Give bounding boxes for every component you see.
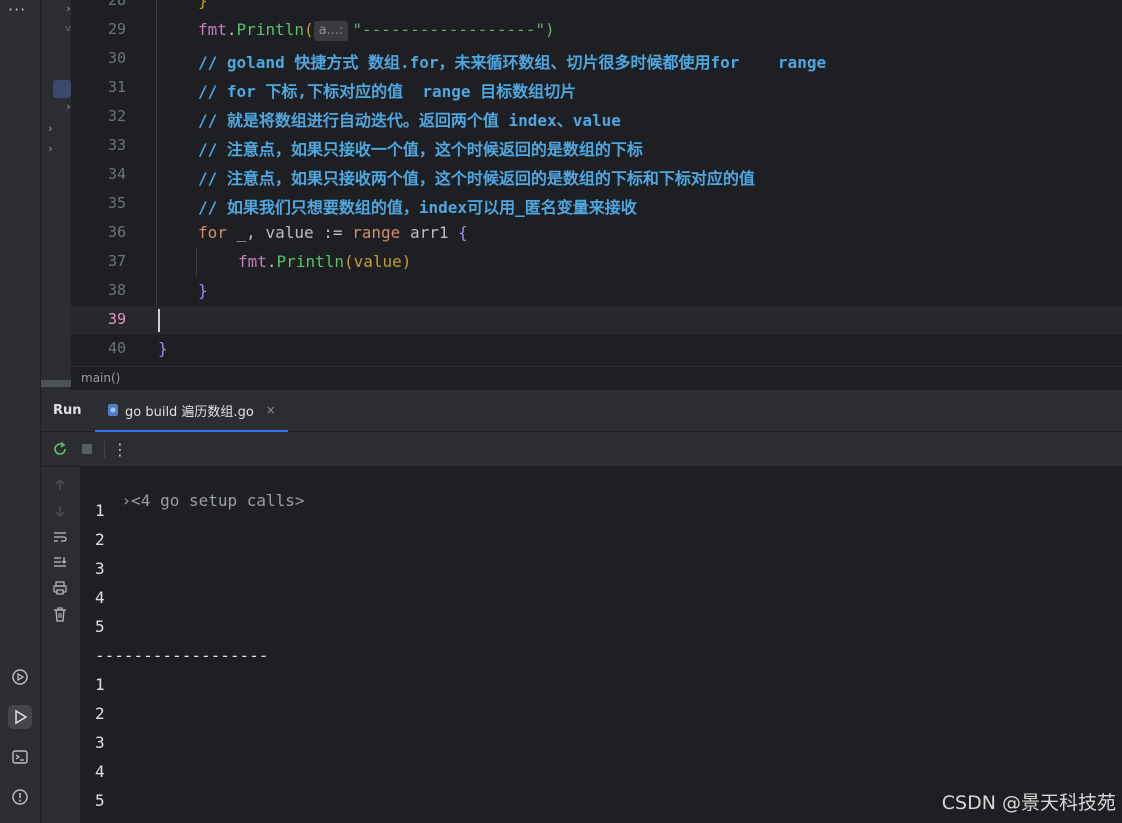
console-setup-line[interactable]: ›<4 go setup calls> xyxy=(83,472,305,510)
code-comment: // for 下标,下标对应的值 range 目标数组切片 xyxy=(198,82,577,101)
console-line: 1 xyxy=(95,675,105,694)
line-number: 31 xyxy=(107,78,126,96)
code-line: 31 // for 下标,下标对应的值 range 目标数组切片 xyxy=(71,74,1122,103)
code-line: 38 } xyxy=(71,277,1122,306)
code-function: Println xyxy=(236,20,304,39)
console-line: 1 xyxy=(95,501,105,520)
services-icon[interactable] xyxy=(8,665,32,689)
code-line: 40 } xyxy=(71,335,1122,364)
run-tab-label: go build 遍历数组.go xyxy=(125,404,254,420)
project-tree: › ˅ › › › xyxy=(41,0,71,390)
code-line: 30 // goland 快捷方式 数组.for，未来循环数组、切片很多时候都使… xyxy=(71,45,1122,74)
code-comment: // 如果我们只想要数组的值，index可以用_匿名变量来接收 xyxy=(198,198,637,217)
parameter-hint: a...: xyxy=(313,21,349,41)
line-number: 39 xyxy=(107,310,126,328)
code-package: fmt xyxy=(198,20,227,39)
code-line: 28 } xyxy=(71,0,1122,16)
terminal-icon[interactable] xyxy=(8,745,32,769)
breadcrumb[interactable]: main() xyxy=(71,366,1122,390)
breadcrumb-item[interactable]: main() xyxy=(81,371,120,385)
code-line: 34 // 注意点，如果只接收两个值，这个时候返回的是数组的下标和下标对应的值 xyxy=(71,161,1122,190)
tree-chevron-icon[interactable]: › xyxy=(47,122,54,135)
code-text: (value) xyxy=(343,252,412,271)
text-caret xyxy=(158,309,160,332)
watermark: CSDN @景天科技苑 xyxy=(941,792,1116,814)
code-editor[interactable]: 28 } 29 fmt.Println(a...: "--------------… xyxy=(71,0,1122,366)
line-number: 32 xyxy=(107,107,126,125)
more-options-icon[interactable]: ⋮ xyxy=(111,440,129,459)
code-package: fmt xyxy=(238,252,267,271)
line-number: 40 xyxy=(107,339,126,357)
console-line: 4 xyxy=(95,762,105,781)
code-comment: // 注意点，如果只接收一个值，这个时候返回的是数组的下标 xyxy=(198,140,643,159)
tree-scrollbar[interactable] xyxy=(41,380,71,387)
code-string: "------------------") xyxy=(352,20,555,39)
rerun-icon[interactable] xyxy=(51,440,69,458)
stop-icon[interactable] xyxy=(78,440,96,458)
console-line: 2 xyxy=(95,704,105,723)
tree-chevron-icon[interactable]: › xyxy=(47,142,54,155)
console-line: ------------------ xyxy=(95,646,269,665)
line-number: 29 xyxy=(107,20,126,38)
line-number: 38 xyxy=(107,281,126,299)
tree-selected-item[interactable] xyxy=(53,80,71,98)
line-number: 33 xyxy=(107,136,126,154)
print-icon[interactable] xyxy=(51,579,69,597)
line-number: 36 xyxy=(107,223,126,241)
code-line: 32 // 就是将数组进行自动迭代。返回两个值 index、value xyxy=(71,103,1122,132)
code-brace: } xyxy=(198,281,208,300)
code-comment: // goland 快捷方式 数组.for，未来循环数组、切片很多时候都使用fo… xyxy=(198,53,827,72)
run-tool-icon[interactable] xyxy=(8,705,32,729)
console-line: 5 xyxy=(95,617,105,636)
code-text: arr1 xyxy=(400,223,459,242)
expand-chevron-icon[interactable]: › xyxy=(122,491,132,510)
code-brace: { xyxy=(458,223,468,242)
code-line: 29 fmt.Println(a...: "------------------"… xyxy=(71,16,1122,45)
code-line: 33 // 注意点，如果只接收一个值，这个时候返回的是数组的下标 xyxy=(71,132,1122,161)
line-number: 35 xyxy=(107,194,126,212)
console-line: 3 xyxy=(95,559,105,578)
line-number: 30 xyxy=(107,49,126,67)
run-side-toolbar xyxy=(41,467,80,823)
console-setup-text: <4 go setup calls> xyxy=(131,491,305,510)
code-text: } xyxy=(198,0,208,10)
code-function: Println xyxy=(276,252,344,271)
down-arrow-icon[interactable] xyxy=(51,502,69,520)
code-comment: // 就是将数组进行自动迭代。返回两个值 index、value xyxy=(198,111,621,130)
run-toolbar: ⋮ xyxy=(41,432,1122,467)
tool-window-strip: ··· xyxy=(0,0,41,823)
code-keyword: for xyxy=(198,223,227,242)
trash-icon[interactable] xyxy=(51,605,69,623)
soft-wrap-icon[interactable] xyxy=(51,528,69,546)
go-file-icon xyxy=(108,404,118,416)
scroll-to-end-icon[interactable] xyxy=(51,553,69,571)
run-panel-header: Run go build 遍历数组.go × xyxy=(41,390,1122,432)
console-line: 5 xyxy=(95,791,105,810)
code-text: _, value := xyxy=(226,223,353,242)
problems-icon[interactable] xyxy=(8,785,32,809)
run-console[interactable]: ›<4 go setup calls> 1 2 3 4 5 ----------… xyxy=(80,467,1122,823)
code-keyword: range xyxy=(352,223,401,242)
line-number: 37 xyxy=(107,252,126,270)
console-line: 4 xyxy=(95,588,105,607)
console-line: 2 xyxy=(95,530,105,549)
line-number: 34 xyxy=(107,165,126,183)
up-arrow-icon[interactable] xyxy=(51,476,69,494)
run-tab[interactable]: go build 遍历数组.go × xyxy=(95,390,288,432)
run-panel-title: Run xyxy=(53,403,82,418)
code-line: 35 // 如果我们只想要数组的值，index可以用_匿名变量来接收 xyxy=(71,190,1122,219)
code-line: 37 fmt.Println(value) xyxy=(71,248,1122,277)
more-icon[interactable]: ··· xyxy=(8,0,26,19)
line-number: 28 xyxy=(107,0,126,9)
code-line: 36 for _, value := range arr1 { xyxy=(71,219,1122,248)
code-line-current: 39 xyxy=(71,306,1122,335)
code-comment: // 注意点，如果只接收两个值，这个时候返回的是数组的下标和下标对应的值 xyxy=(198,169,755,188)
code-brace: } xyxy=(158,339,168,358)
console-line: 3 xyxy=(95,733,105,752)
close-tab-icon[interactable]: × xyxy=(266,403,276,417)
